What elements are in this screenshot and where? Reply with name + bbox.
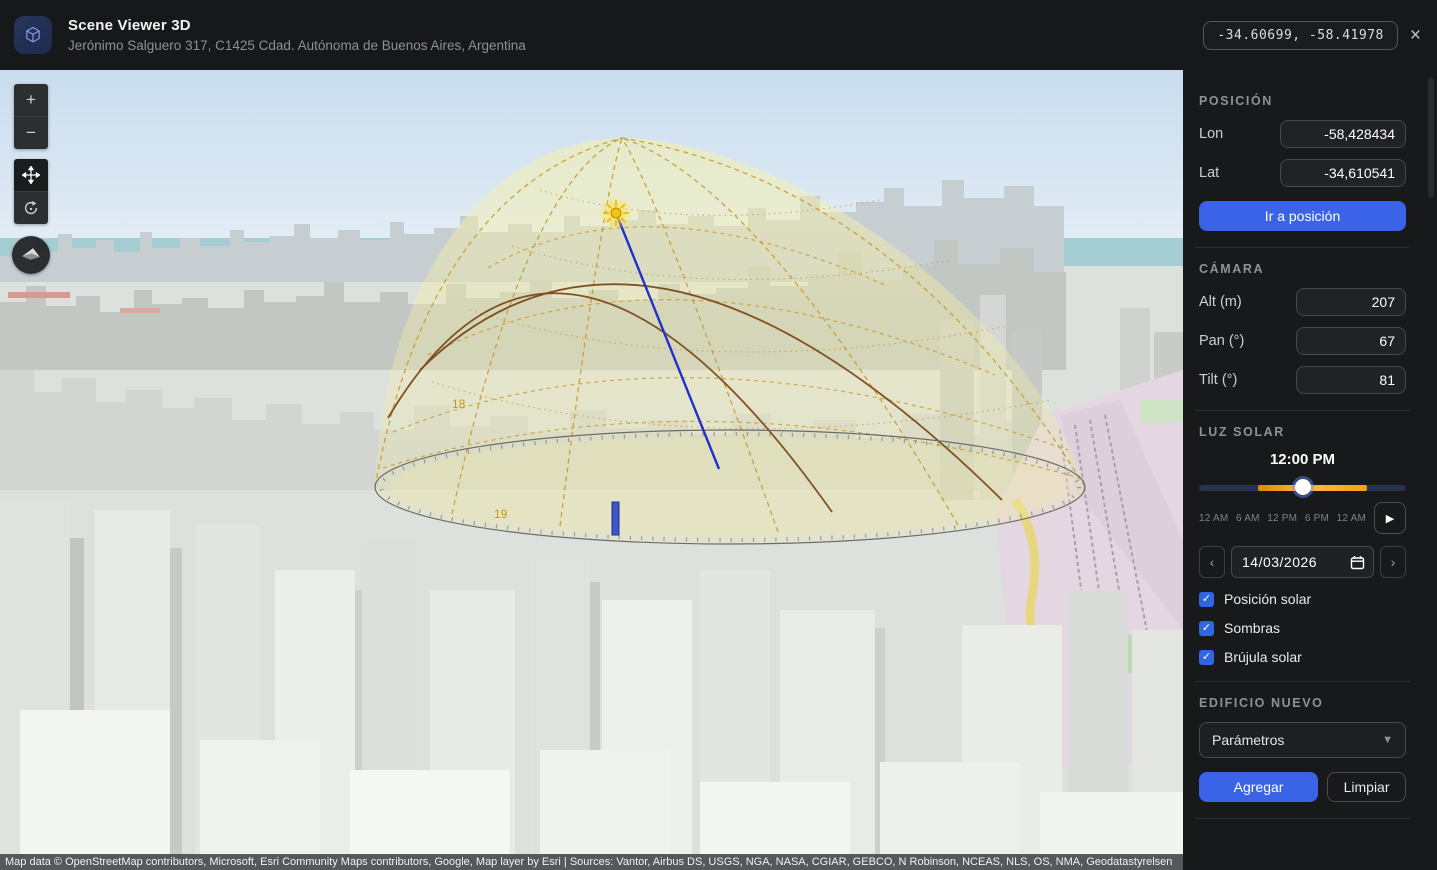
chevron-down-icon: ▼ [1382, 734, 1393, 746]
zoom-out-button[interactable]: − [14, 117, 48, 149]
slider-daylight-range [1258, 485, 1367, 491]
checkbox-row-shadows[interactable]: ✓ Sombras [1199, 620, 1406, 636]
building-action-buttons: Agregar Limpiar [1199, 772, 1406, 802]
slider-tick-row: 12 AM 6 AM 12 PM 6 PM 12 AM ▶ [1199, 502, 1406, 534]
alt-label: Alt (m) [1199, 294, 1242, 310]
rotate-icon [22, 199, 40, 217]
map-attribution: Map data © OpenStreetMap contributors, M… [0, 854, 1183, 870]
scene-viewer-app: Scene Viewer 3D Jerónimo Salguero 317, C… [0, 0, 1437, 870]
compass-needle-icon [18, 242, 44, 268]
parameters-dropdown[interactable]: Parámetros ▼ [1199, 722, 1406, 758]
lat-label: Lat [1199, 165, 1219, 181]
pan-icon [22, 166, 40, 184]
pan-tool-button[interactable] [14, 159, 48, 192]
navigation-tool-group [14, 159, 48, 224]
section-divider [1195, 410, 1410, 411]
lat-input[interactable] [1280, 159, 1406, 187]
checkbox-label: Brújula solar [1224, 649, 1302, 665]
lon-field-row: Lon [1199, 120, 1406, 148]
clear-building-button[interactable]: Limpiar [1327, 772, 1406, 802]
pan-field-row: Pan (°) [1199, 327, 1406, 355]
checkbox-checked[interactable]: ✓ [1199, 650, 1214, 665]
play-animation-button[interactable]: ▶ [1374, 502, 1406, 534]
observer-building-marker[interactable] [612, 502, 619, 535]
checkbox-label: Sombras [1224, 620, 1280, 636]
section-divider [1195, 681, 1410, 682]
settings-sidebar: POSICIÓN Lon Lat Ir a posición CÁMARA Al… [1183, 70, 1437, 870]
go-to-position-button[interactable]: Ir a posición [1199, 201, 1406, 231]
lon-label: Lon [1199, 126, 1223, 142]
page-title: Scene Viewer 3D [68, 17, 1203, 34]
camera-section-title: CÁMARA [1199, 262, 1406, 276]
zoom-tool-group: + − [14, 84, 48, 149]
lon-input[interactable] [1280, 120, 1406, 148]
pointer-coordinates-badge: -34.60699, -58.41978 [1203, 21, 1398, 50]
checkbox-checked[interactable]: ✓ [1199, 621, 1214, 636]
title-block: Scene Viewer 3D Jerónimo Salguero 317, C… [68, 17, 1203, 53]
address-subtitle: Jerónimo Salguero 317, C1425 Cdad. Autón… [68, 38, 1203, 53]
time-of-day-slider[interactable] [1199, 480, 1406, 496]
checkbox-label: Posición solar [1224, 591, 1311, 607]
zoom-in-button[interactable]: + [14, 84, 48, 117]
header-bar: Scene Viewer 3D Jerónimo Salguero 317, C… [0, 0, 1437, 70]
new-building-section-title: EDIFICIO NUEVO [1199, 696, 1406, 710]
app-logo [14, 16, 52, 54]
close-icon[interactable]: × [1410, 26, 1421, 45]
cube-3d-icon [20, 22, 46, 48]
tilt-input[interactable] [1296, 366, 1406, 394]
lat-field-row: Lat [1199, 159, 1406, 187]
dome-hour-label-18: 18 [452, 397, 466, 411]
add-building-button[interactable]: Agregar [1199, 772, 1318, 802]
position-section-title: POSICIÓN [1199, 94, 1406, 108]
date-picker-row: ‹ › [1199, 546, 1406, 578]
tilt-label: Tilt (°) [1199, 372, 1237, 388]
alt-input[interactable] [1296, 288, 1406, 316]
checkbox-row-solar-compass[interactable]: ✓ Brújula solar [1199, 649, 1406, 665]
checkbox-checked[interactable]: ✓ [1199, 592, 1214, 607]
section-divider [1195, 247, 1410, 248]
slider-tick-labels: 12 AM 6 AM 12 PM 6 PM 12 AM [1199, 513, 1366, 524]
sun-time-value: 12:00 PM [1199, 451, 1406, 468]
tick-label: 12 PM [1267, 513, 1297, 524]
next-day-button[interactable]: › [1380, 546, 1406, 578]
date-field[interactable] [1231, 546, 1374, 578]
slider-thumb[interactable] [1295, 479, 1311, 495]
play-icon: ▶ [1386, 512, 1394, 525]
alt-field-row: Alt (m) [1199, 288, 1406, 316]
tick-label: 12 AM [1199, 513, 1228, 524]
tick-label: 12 AM [1337, 513, 1366, 524]
map-tools: + − [14, 84, 50, 274]
checkbox-row-solar-position[interactable]: ✓ Posición solar [1199, 591, 1406, 607]
section-divider [1195, 818, 1410, 819]
sunlight-section-title: LUZ SOLAR [1199, 425, 1406, 439]
date-input[interactable] [1242, 554, 1350, 570]
sidebar-scrollbar[interactable] [1428, 78, 1434, 198]
rotate-tool-button[interactable] [14, 192, 48, 224]
tick-label: 6 AM [1236, 513, 1260, 524]
tilt-field-row: Tilt (°) [1199, 366, 1406, 394]
compass-button[interactable] [12, 236, 50, 274]
calendar-icon[interactable] [1350, 555, 1365, 570]
previous-day-button[interactable]: ‹ [1199, 546, 1225, 578]
dome-hour-label-19: 19 [494, 507, 508, 521]
map-3d-scene[interactable]: 18 19 [0, 70, 1183, 855]
pan-input[interactable] [1296, 327, 1406, 355]
map-3d-viewport[interactable]: 18 19 [0, 70, 1183, 870]
dropdown-selected-value: Parámetros [1212, 732, 1284, 748]
pan-label: Pan (°) [1199, 333, 1244, 349]
tick-label: 6 PM [1305, 513, 1329, 524]
